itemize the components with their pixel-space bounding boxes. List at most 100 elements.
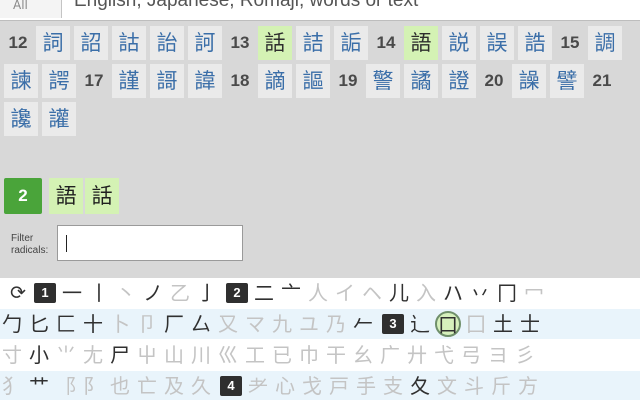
kanji-result[interactable]: 諤: [42, 64, 76, 98]
radical[interactable]: 士: [518, 309, 542, 339]
radical[interactable]: 尸: [108, 340, 132, 370]
radical[interactable]: ユ: [297, 309, 321, 339]
radical[interactable]: ハ: [441, 278, 465, 308]
kanji-result[interactable]: 謌: [150, 64, 184, 98]
kanji-result[interactable]: 諫: [4, 64, 38, 98]
selected-kanji[interactable]: 話: [85, 178, 120, 214]
radical[interactable]: ヨ: [486, 340, 510, 370]
radical[interactable]: 小: [27, 340, 51, 370]
radical[interactable]: ノ: [141, 278, 165, 308]
radical[interactable]: 厂: [162, 309, 186, 339]
kanji-result[interactable]: 詔: [74, 26, 108, 60]
radical[interactable]: ⻖: [81, 371, 105, 400]
kanji-result[interactable]: 誥: [518, 26, 552, 60]
selected-kanji[interactable]: 語: [49, 178, 84, 214]
radical[interactable]: 卜: [108, 309, 132, 339]
kanji-result[interactable]: 譟: [512, 64, 546, 98]
kanji-result[interactable]: 警: [366, 64, 400, 98]
radical[interactable]: 亠: [279, 278, 303, 308]
radical[interactable]: 广: [378, 340, 402, 370]
radical[interactable]: 也: [108, 371, 132, 400]
radical[interactable]: 廾: [405, 340, 429, 370]
radical[interactable]: 幺: [351, 340, 375, 370]
radical[interactable]: 巾: [297, 340, 321, 370]
search-mode-select[interactable]: All: [0, 0, 62, 18]
radical[interactable]: 尢: [81, 340, 105, 370]
radical[interactable]: 一: [60, 278, 84, 308]
radical[interactable]: 屮: [135, 340, 159, 370]
radical[interactable]: 支: [381, 371, 405, 400]
radical[interactable]: 丶: [114, 278, 138, 308]
radical[interactable]: 又: [216, 309, 240, 339]
radical[interactable]: 久: [189, 371, 213, 400]
radical[interactable]: 勹: [0, 309, 24, 339]
radical[interactable]: 乙: [168, 278, 192, 308]
kanji-result[interactable]: 詞: [36, 26, 70, 60]
radical[interactable]: 艹: [27, 371, 51, 400]
radical[interactable]: 冂: [495, 278, 519, 308]
radical[interactable]: 山: [162, 340, 186, 370]
radical[interactable]: 犭: [0, 371, 24, 400]
kanji-result[interactable]: 詬: [334, 26, 368, 60]
radical[interactable]: 𠂉: [351, 309, 375, 339]
radical[interactable]: イ: [333, 278, 357, 308]
radical[interactable]: 寸: [0, 340, 24, 370]
radical[interactable]: 厶: [189, 309, 213, 339]
radical[interactable]: 九: [270, 309, 294, 339]
filter-radicals-input[interactable]: [57, 225, 243, 261]
kanji-result[interactable]: 謳: [296, 64, 330, 98]
radical[interactable]: 彡: [513, 340, 537, 370]
radical[interactable]: 丷: [468, 278, 492, 308]
radical[interactable]: 亅: [195, 278, 219, 308]
radical[interactable]: 干: [324, 340, 348, 370]
radical[interactable]: 二: [252, 278, 276, 308]
radical[interactable]: 斤: [489, 371, 513, 400]
radical[interactable]: 巛: [216, 340, 240, 370]
radical[interactable]: 囗: [464, 309, 488, 339]
radical-selected[interactable]: 口: [435, 311, 461, 337]
kanji-result[interactable]: 譬: [550, 64, 584, 98]
kanji-result[interactable]: 詒: [150, 26, 184, 60]
kanji-result[interactable]: 語: [404, 26, 438, 60]
kanji-result[interactable]: 誤: [480, 26, 514, 60]
kanji-result[interactable]: 諱: [188, 64, 222, 98]
radical[interactable]: 手: [354, 371, 378, 400]
radical[interactable]: 已: [270, 340, 294, 370]
radical[interactable]: 戸: [327, 371, 351, 400]
radical[interactable]: 及: [162, 371, 186, 400]
radical[interactable]: 方: [516, 371, 540, 400]
radical[interactable]: 土: [491, 309, 515, 339]
radical[interactable]: 耂: [246, 371, 270, 400]
kanji-result[interactable]: 譎: [404, 64, 438, 98]
kanji-result[interactable]: 訶: [188, 26, 222, 60]
radical[interactable]: 冖: [522, 278, 546, 308]
radical[interactable]: 弋: [432, 340, 456, 370]
radical[interactable]: ⻏: [54, 371, 78, 400]
kanji-result[interactable]: 詰: [296, 26, 330, 60]
radical[interactable]: 丨: [87, 278, 111, 308]
kanji-result[interactable]: 謹: [112, 64, 146, 98]
radical[interactable]: 工: [243, 340, 267, 370]
search-input[interactable]: English, Japanese, Romaji, words or text: [74, 0, 418, 12]
radical[interactable]: 十: [81, 309, 105, 339]
radical[interactable]: 乃: [324, 309, 348, 339]
radical[interactable]: 匚: [54, 309, 78, 339]
radical[interactable]: 心: [273, 371, 297, 400]
kanji-result[interactable]: 詁: [112, 26, 146, 60]
radical[interactable]: ヘ: [360, 278, 384, 308]
radical[interactable]: 戈: [300, 371, 324, 400]
selected-count-badge[interactable]: 2: [4, 178, 42, 214]
kanji-result[interactable]: 讙: [42, 102, 76, 136]
kanji-result[interactable]: 謫: [258, 64, 292, 98]
radical[interactable]: ⺌: [54, 340, 78, 370]
radical[interactable]: ⻌: [408, 309, 432, 339]
radical[interactable]: 人: [306, 278, 330, 308]
radical[interactable]: 弓: [459, 340, 483, 370]
radical[interactable]: 入: [414, 278, 438, 308]
radical[interactable]: 匕: [27, 309, 51, 339]
kanji-result[interactable]: 話: [258, 26, 292, 60]
radical[interactable]: 卩: [135, 309, 159, 339]
kanji-result[interactable]: 讒: [4, 102, 38, 136]
radical[interactable]: 夂: [408, 371, 432, 400]
kanji-result[interactable]: 調: [588, 26, 622, 60]
